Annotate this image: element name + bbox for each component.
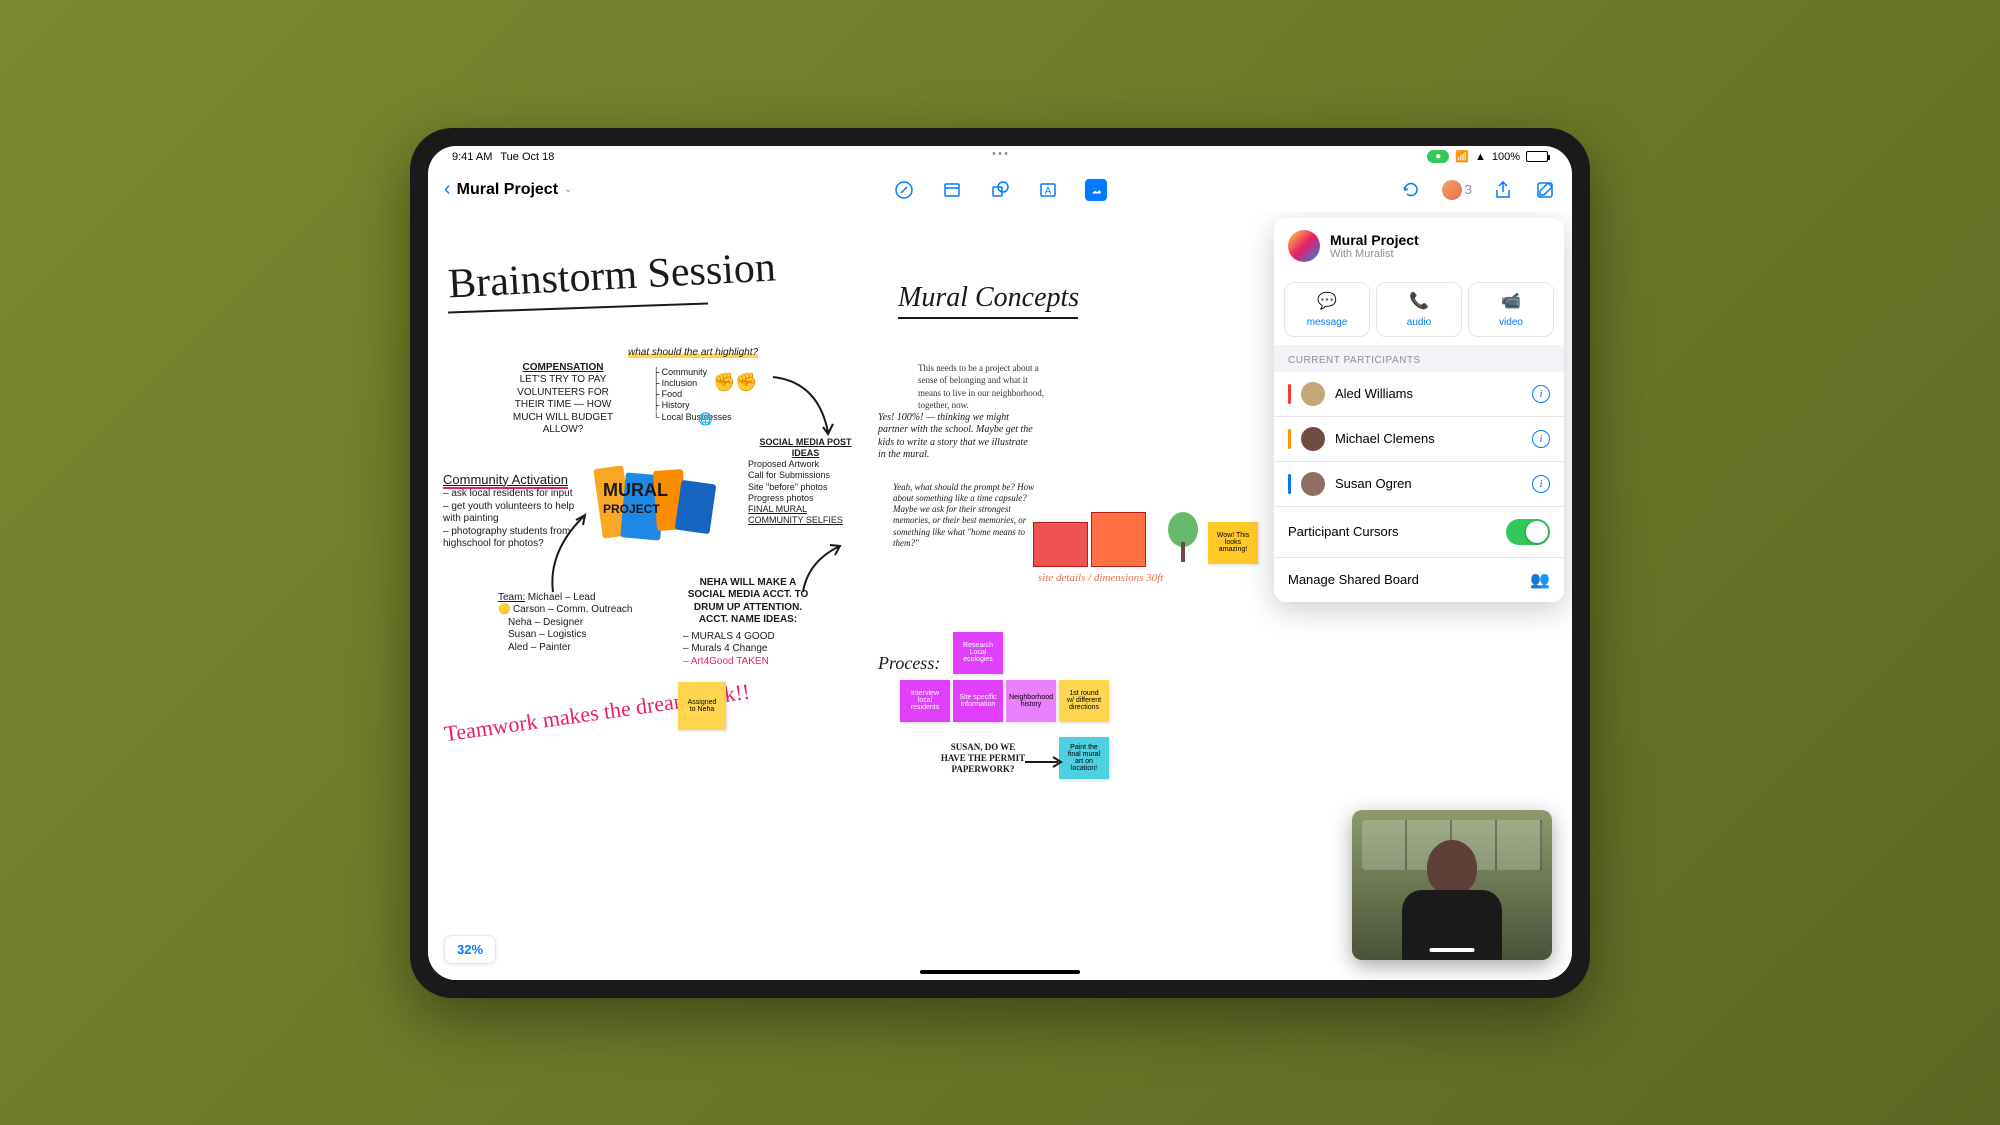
sticky-interview[interactable]: Interview local residents — [900, 680, 950, 722]
canvas-title-concepts: Mural Concepts — [898, 282, 1079, 314]
sticky-assigned-neha[interactable]: Assigned to Neha — [678, 682, 726, 730]
undo-icon[interactable] — [1400, 179, 1422, 201]
neha-account-note[interactable]: NEHA WILL MAKE A SOCIAL MEDIA ACCT. TO D… — [683, 577, 813, 669]
message-icon: 💬 — [1289, 291, 1365, 311]
ipad-screen: 9:41 AM Tue Oct 18 ● 📶 ▲ 100% ‹ Mural Pr… — [428, 146, 1572, 980]
fist-emoji-sticker[interactable]: ✊✊ — [713, 372, 758, 393]
arrow-connector-icon — [768, 372, 848, 452]
sticky-first-round[interactable]: 1st round w/ different directions — [1059, 680, 1109, 722]
sticky-neighborhood[interactable]: Neighborhood history — [1006, 680, 1056, 722]
collab-title: Mural Project — [1330, 232, 1419, 248]
collaboration-panel: Mural Project With Muralist 💬 message 📞 … — [1274, 218, 1564, 602]
battery-icon — [1526, 151, 1548, 162]
avatar-icon — [1442, 180, 1462, 200]
apple-pencil-icon — [1430, 948, 1475, 952]
home-indicator[interactable] — [920, 970, 1080, 974]
participant-row[interactable]: Susan Ogren i — [1274, 462, 1564, 507]
info-icon[interactable]: i — [1532, 430, 1550, 448]
facetime-pip-window[interactable] — [1352, 810, 1552, 960]
back-button[interactable]: ‹ — [444, 178, 451, 201]
participant-count: 3 — [1465, 182, 1472, 197]
signal-icon: 📶 — [1455, 150, 1469, 163]
underline-decoration — [898, 317, 1078, 319]
globe-icon-sticker[interactable]: 🌐 — [698, 412, 713, 426]
participant-cursors-toggle[interactable] — [1506, 519, 1550, 545]
video-icon: 📹 — [1473, 291, 1549, 311]
avatar-icon — [1301, 472, 1325, 496]
participants-section-header: CURRENT PARTICIPANTS — [1274, 345, 1564, 372]
zoom-level-button[interactable]: 32% — [444, 935, 496, 964]
app-header: ‹ Mural Project ⌄ A 3 — [428, 168, 1572, 212]
sticky-wow[interactable]: Wow! This looks amazing! — [1208, 522, 1258, 564]
chevron-down-icon[interactable]: ⌄ — [564, 184, 572, 195]
video-participant — [1397, 840, 1507, 960]
phone-icon: 📞 — [1381, 291, 1457, 311]
camera-active-pill[interactable]: ● — [1427, 150, 1449, 163]
yes-response-note[interactable]: Yes! 100%! — thinking we might partner w… — [878, 412, 1033, 462]
info-icon[interactable]: i — [1532, 385, 1550, 403]
sticky-note-tool-icon[interactable] — [941, 179, 963, 201]
mural-project-logo[interactable]: MURALPROJECT — [593, 462, 713, 552]
status-time: 9:41 AM — [452, 151, 492, 163]
audio-button[interactable]: 📞 audio — [1376, 282, 1462, 337]
site-details-note[interactable]: site details / dimensions 30ft — [1038, 572, 1163, 584]
media-tool-icon[interactable] — [1085, 179, 1107, 201]
arrow-connector-icon — [543, 512, 603, 602]
building-sketch[interactable] — [1033, 492, 1203, 572]
status-date: Tue Oct 18 — [500, 151, 554, 163]
shape-tool-icon[interactable] — [989, 179, 1011, 201]
pen-tool-icon[interactable] — [893, 179, 915, 201]
highlight-question[interactable]: what should the art highlight? — [628, 347, 778, 360]
toolbar: A — [893, 179, 1107, 201]
video-button[interactable]: 📹 video — [1468, 282, 1554, 337]
intro-text-block[interactable]: This needs to be a project about a sense… — [918, 362, 1048, 412]
participant-color-bar — [1288, 384, 1291, 404]
sticky-research[interactable]: Research Local ecologies — [953, 632, 1003, 674]
sticky-site-info[interactable]: Site specific information — [953, 680, 1003, 722]
svg-text:A: A — [1045, 186, 1052, 197]
avatar-icon — [1301, 427, 1325, 451]
canvas-title-brainstorm: Brainstorm Session — [447, 243, 777, 308]
ipad-device-frame: 9:41 AM Tue Oct 18 ● 📶 ▲ 100% ‹ Mural Pr… — [410, 128, 1590, 998]
collab-subtitle: With Muralist — [1330, 248, 1419, 260]
video-icon: ● — [1435, 151, 1441, 162]
participants-button[interactable]: 3 — [1442, 180, 1472, 200]
compensation-note[interactable]: COMPENSATION LET'S TRY TO PAY VOLUNTEERS… — [508, 362, 618, 437]
status-bar: 9:41 AM Tue Oct 18 ● 📶 ▲ 100% — [428, 146, 1572, 168]
process-heading[interactable]: Process: — [878, 652, 940, 675]
board-avatar-icon — [1288, 230, 1320, 262]
document-title[interactable]: Mural Project — [457, 181, 558, 199]
participant-row[interactable]: Aled Williams i — [1274, 372, 1564, 417]
message-button[interactable]: 💬 message — [1284, 282, 1370, 337]
battery-percent: 100% — [1492, 151, 1520, 163]
participant-row[interactable]: Michael Clemens i — [1274, 417, 1564, 462]
wifi-icon: ▲ — [1475, 151, 1486, 163]
manage-shared-board-button[interactable]: Manage Shared Board 👥 — [1274, 558, 1564, 602]
compose-icon[interactable] — [1534, 179, 1556, 201]
info-icon[interactable]: i — [1532, 475, 1550, 493]
collaboration-icon: 👥 — [1530, 570, 1550, 590]
collab-panel-header: Mural Project With Muralist — [1274, 218, 1564, 274]
avatar-icon — [1301, 382, 1325, 406]
toggle-label: Participant Cursors — [1288, 524, 1399, 539]
share-icon[interactable] — [1492, 179, 1514, 201]
text-tool-icon[interactable]: A — [1037, 179, 1059, 201]
arrow-connector-icon — [798, 542, 848, 602]
participant-color-bar — [1288, 429, 1291, 449]
multitasking-grabber-icon[interactable] — [993, 152, 1008, 155]
freeform-canvas[interactable]: Brainstorm Session Mural Concepts COMPEN… — [428, 212, 1572, 980]
arrow-connector-icon — [1023, 752, 1068, 772]
participant-color-bar — [1288, 474, 1291, 494]
susan-permit-note[interactable]: SUSAN, DO WE HAVE THE PERMIT PAPERWORK? — [938, 742, 1028, 776]
prompt-idea-note[interactable]: Yeah, what should the prompt be? How abo… — [893, 482, 1043, 550]
participant-cursors-toggle-row: Participant Cursors — [1274, 507, 1564, 558]
